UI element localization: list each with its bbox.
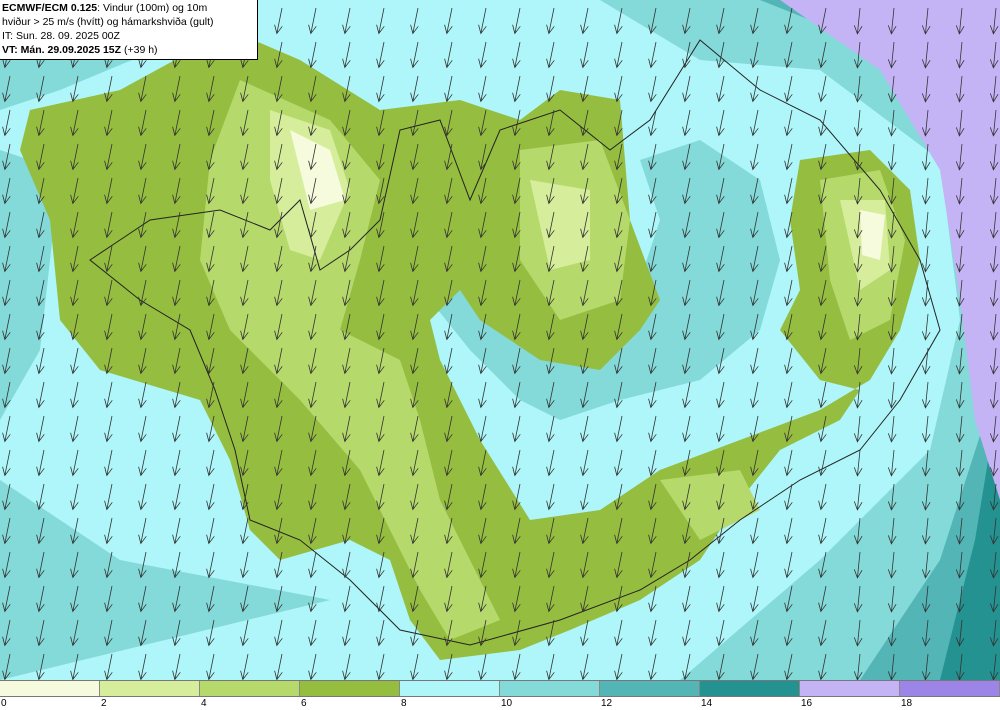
wind-map <box>0 0 1000 680</box>
title-line2: hviður > 25 m/s (hvítt) og hámarkshviða … <box>2 16 214 28</box>
legend-swatch <box>400 681 500 696</box>
init-time: IT: Sun. 28. 09. 2025 00Z <box>2 30 120 42</box>
legend-tick-label: 12 <box>601 698 613 709</box>
map-info-box: ECMWF/ECM 0.125: Vindur (100m) og 10m hv… <box>0 0 258 60</box>
legend-tick-label: 10 <box>501 698 513 709</box>
lead-time: (+39 h) <box>121 44 158 56</box>
legend-tick-label: 14 <box>701 698 713 709</box>
legend-swatch <box>700 681 800 696</box>
legend-swatch <box>600 681 700 696</box>
title-line1: : Vindur (100m) og 10m <box>97 2 208 14</box>
legend-swatch <box>900 681 1000 696</box>
legend-swatch <box>300 681 400 696</box>
legend-tick-label: 18 <box>901 698 913 709</box>
legend-tick-label: 4 <box>201 698 207 709</box>
legend-tick-label: 8 <box>401 698 407 709</box>
legend-swatch <box>100 681 200 696</box>
legend-swatch <box>200 681 300 696</box>
color-legend: 0 2 4 6 8 10 12 14 16 18 <box>0 680 1000 709</box>
valid-time: VT: Mán. 29.09.2025 15Z <box>2 44 122 56</box>
model-name: ECMWF/ECM 0.125 <box>2 2 98 14</box>
legend-swatch <box>500 681 600 696</box>
legend-tick-label: 16 <box>801 698 813 709</box>
legend-tick-label: 0 <box>1 698 7 709</box>
legend-swatch <box>0 681 100 696</box>
legend-swatch <box>800 681 900 696</box>
legend-tick-label: 2 <box>101 698 107 709</box>
legend-tick-label: 6 <box>301 698 307 709</box>
